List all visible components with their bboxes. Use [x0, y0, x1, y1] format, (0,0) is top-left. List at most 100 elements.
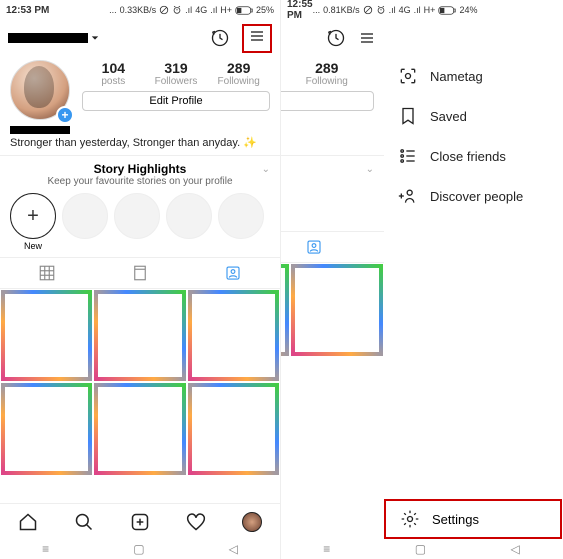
- menu-close-label: Close friends: [430, 149, 506, 164]
- stat-followers-num: 319: [145, 60, 208, 76]
- post-cell[interactable]: [0, 382, 93, 475]
- story-highlights: our profile ⌄: [281, 155, 384, 231]
- tab-grid[interactable]: [0, 258, 93, 288]
- archive-icon[interactable]: [210, 28, 230, 48]
- stat-posts[interactable]: 104 posts: [82, 60, 145, 87]
- gear-icon: [400, 509, 420, 529]
- post-cell[interactable]: [0, 289, 93, 382]
- status-net: 4G: [195, 5, 207, 15]
- recent-apps-icon[interactable]: ≡: [42, 542, 49, 556]
- stat-followers[interactable]: 319 Followers: [145, 60, 208, 87]
- bookmark-icon: [398, 106, 418, 126]
- tab-tagged[interactable]: [281, 232, 384, 262]
- status-hplus: H+: [424, 5, 436, 15]
- status-hplus: H+: [220, 5, 232, 15]
- avatar[interactable]: +: [10, 60, 72, 122]
- menu-saved[interactable]: Saved: [384, 96, 562, 136]
- tagged-icon: [224, 264, 242, 282]
- status-speed: 0.33KB/s: [120, 5, 157, 15]
- stat-following-lbl: Following: [207, 76, 270, 87]
- highlight-placeholder: [218, 193, 264, 239]
- stat-following[interactable]: 289 Following: [281, 60, 374, 87]
- nametag-icon: [398, 66, 418, 86]
- back-icon[interactable]: ◁: [229, 542, 238, 556]
- grid-icon: [38, 264, 56, 282]
- tab-tagged[interactable]: [187, 258, 280, 288]
- username-dropdown[interactable]: [8, 33, 210, 43]
- profile-tab-icon[interactable]: [242, 512, 262, 532]
- back-icon[interactable]: ◁: [511, 542, 520, 556]
- status-bar: 12:55 PM ... 0.81KB/s .ıl 4G .ıl H+ 24%: [281, 0, 384, 20]
- status-time: 12:55 PM: [287, 0, 313, 21]
- system-nav: ≡ ▢ ◁: [281, 539, 562, 559]
- stat-following-num: 289: [281, 60, 374, 76]
- profile-header: [281, 20, 384, 56]
- system-nav: ≡ ▢ ◁: [0, 539, 280, 559]
- edit-profile-button[interactable]: ofile: [281, 91, 374, 111]
- archive-icon[interactable]: [326, 28, 346, 48]
- highlight-placeholder: [114, 193, 160, 239]
- stat-posts-num: 104: [82, 60, 145, 76]
- menu-settings-label: Settings: [432, 512, 479, 527]
- highlight-new[interactable]: +: [10, 193, 56, 239]
- menu-settings[interactable]: Settings: [384, 499, 562, 539]
- menu-nametag-label: Nametag: [430, 69, 483, 84]
- add-story-badge[interactable]: +: [56, 106, 74, 124]
- status-bar: 12:53 PM ... 0.33KB/s .ıl 4G .ıl H+ 25%: [0, 0, 280, 20]
- status-net: 4G: [399, 5, 411, 15]
- recent-apps-icon[interactable]: ≡: [323, 542, 330, 556]
- home-button-icon[interactable]: ▢: [415, 542, 426, 556]
- post-cell[interactable]: [93, 382, 186, 475]
- bio-text: Stronger than yesterday, Stronger than a…: [10, 137, 257, 149]
- alarm-icon: [376, 5, 386, 15]
- feed-icon: [131, 264, 149, 282]
- post-cell[interactable]: [290, 263, 384, 357]
- alarm-icon: [172, 5, 182, 15]
- bio: Stronger than yesterday, Stronger than a…: [0, 124, 280, 155]
- username-redacted: [8, 33, 88, 43]
- side-drawer: Nametag Saved Close friends Discover peo…: [384, 56, 562, 559]
- stat-following[interactable]: 289 Following: [207, 60, 270, 87]
- menu-icon[interactable]: [248, 28, 266, 44]
- search-icon[interactable]: [74, 512, 94, 532]
- chevron-down-icon[interactable]: ⌄: [366, 164, 374, 175]
- status-speed: 0.81KB/s: [323, 5, 360, 15]
- tagged-icon: [305, 238, 323, 256]
- stat-followers-lbl: Followers: [145, 76, 208, 87]
- home-icon[interactable]: [18, 512, 38, 532]
- highlights-sub: Keep your favourite stories on your prof…: [0, 176, 280, 187]
- hamburger-highlight: [242, 24, 272, 53]
- posts-grid: [281, 263, 384, 450]
- add-post-icon[interactable]: [130, 512, 150, 532]
- heart-icon[interactable]: [186, 512, 206, 532]
- menu-nametag[interactable]: Nametag: [384, 56, 562, 96]
- stat-following-lbl: Following: [281, 76, 374, 87]
- post-cell[interactable]: [281, 263, 290, 357]
- discover-people-icon: [398, 186, 418, 206]
- battery-icon: [438, 6, 456, 15]
- bio: anyday. ✨: [281, 124, 384, 155]
- highlight-placeholder: [62, 193, 108, 239]
- menu-icon[interactable]: [358, 30, 376, 46]
- post-cell[interactable]: [187, 382, 280, 475]
- list-icon: [398, 146, 418, 166]
- tab-feed[interactable]: [93, 258, 186, 288]
- menu-saved-label: Saved: [430, 109, 467, 124]
- bottom-nav: [0, 503, 280, 539]
- highlight-placeholder: [166, 193, 212, 239]
- chevron-down-icon[interactable]: ⌄: [262, 164, 270, 175]
- highlight-new-label: New: [10, 241, 56, 251]
- status-time: 12:53 PM: [6, 5, 49, 16]
- post-cell[interactable]: [93, 289, 186, 382]
- menu-discover[interactable]: Discover people: [384, 176, 562, 216]
- home-button-icon[interactable]: ▢: [133, 542, 144, 556]
- stat-following-num: 289: [207, 60, 270, 76]
- profile-header: [0, 20, 280, 56]
- edit-profile-button[interactable]: Edit Profile: [82, 91, 270, 111]
- name-redacted: [10, 126, 70, 134]
- story-highlights: Story Highlights Keep your favourite sto…: [0, 155, 280, 257]
- menu-close-friends[interactable]: Close friends: [384, 136, 562, 176]
- post-cell[interactable]: [187, 289, 280, 382]
- status-batt: 24%: [459, 5, 477, 15]
- dnd-icon: [159, 5, 169, 15]
